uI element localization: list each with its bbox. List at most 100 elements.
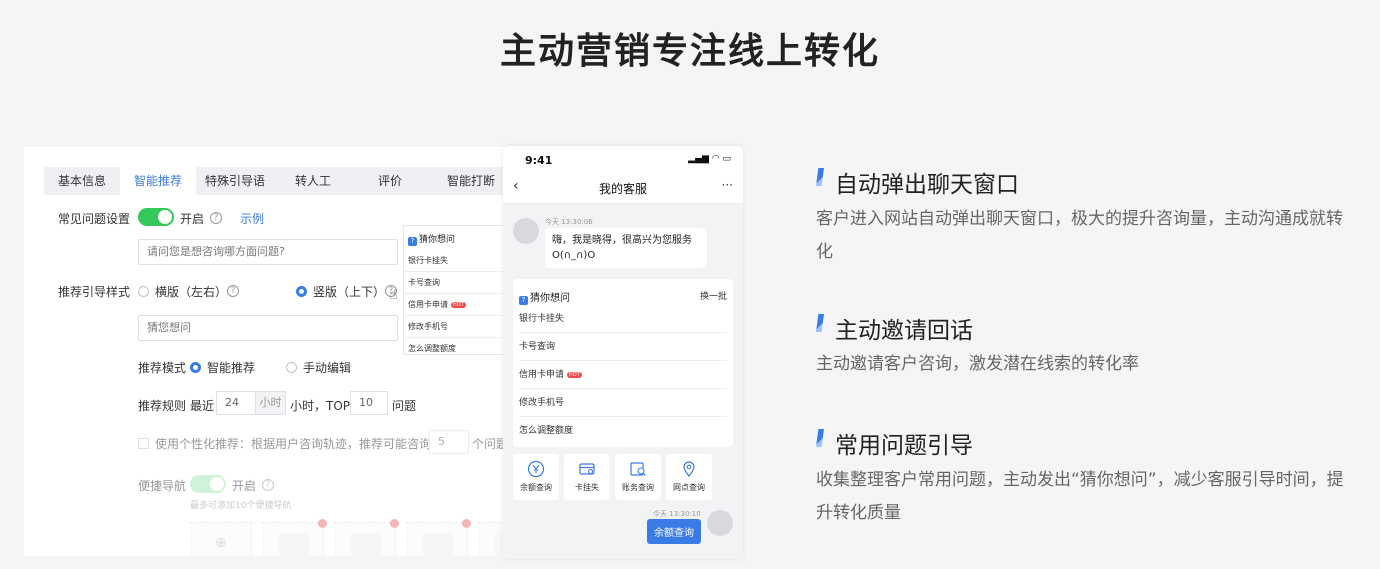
guess-item[interactable]: 银行卡挂失 [519, 305, 727, 333]
chat-title: 我的客服 [598, 182, 647, 196]
feature-title: 自动弹出聊天窗口 [835, 172, 1019, 198]
preview-item: 修改手机号 [404, 316, 512, 338]
mode-smart-option[interactable]: 智能推荐 [190, 359, 255, 376]
yen-icon [527, 460, 545, 478]
example-link[interactable]: 示例 [240, 210, 264, 227]
preview-item: 银行卡挂失 [404, 250, 512, 272]
preview-item: 卡号查询 [404, 272, 512, 294]
rule-questions-text: 问题 [392, 399, 417, 413]
tab-rating[interactable]: 评价 [352, 167, 428, 195]
bill-search-icon [630, 462, 646, 476]
shortcut-label: 便捷导航 [138, 479, 187, 493]
tab-smart-interrupt[interactable]: 智能打断 [428, 167, 514, 195]
rule-top-input[interactable]: 10 [350, 391, 388, 415]
feature-desc: 收集整理客户常用问题，主动发出“猜你想问”，减少客服引导时间，提升转化质量 [816, 470, 1344, 523]
faq-toggle[interactable] [138, 208, 174, 226]
delete-icon[interactable] [390, 519, 399, 528]
faq-setting-label: 常见问题设置 [58, 212, 131, 226]
style-vertical-option[interactable]: 竖版（上下） [296, 283, 385, 300]
more-icon[interactable]: ··· [722, 178, 733, 192]
guess-item[interactable]: 信用卡申请 HOT [519, 361, 727, 389]
plus-icon: ⊕ [215, 535, 227, 551]
personalized-count-input[interactable]: 5 [429, 430, 469, 454]
guess-header: ? 猜你想问 [519, 289, 570, 305]
rule-hours-unit: 小时 [255, 391, 286, 415]
status-bar: 9:41 ▂▄▆ ◠ ▭ [503, 146, 743, 172]
tab-transfer-agent[interactable]: 转人工 [274, 167, 352, 195]
hot-badge: HOT [451, 302, 466, 308]
guess-title-input[interactable]: 猜您想问 [138, 315, 398, 341]
rule-recent-text: 最近 [190, 399, 215, 413]
shortcut-thumb[interactable] [262, 519, 327, 556]
swap-batch-button[interactable]: 换一批 [700, 289, 727, 302]
pointer-cursor-icon: ☝ [389, 287, 398, 303]
tab-smart-recommend[interactable]: 智能推荐 [120, 167, 196, 195]
tab-special-guide[interactable]: 特殊引导语 [196, 167, 274, 195]
rule-label: 推荐规则 [138, 399, 187, 413]
feature-desc: 主动邀请客户咨询，激发潜在线索的转化率 [816, 354, 1139, 374]
radio-checked-icon [190, 362, 201, 373]
style-horizontal-option[interactable]: 横版（左右） [138, 283, 227, 300]
personalized-option[interactable]: 使用个性化推荐：根据用户咨询轨迹，推荐可能咨询的 [138, 435, 443, 452]
feature-title: 主动邀请回话 [835, 318, 973, 344]
signal-wifi-battery-icon: ▂▄▆ ◠ ▭ [688, 154, 731, 164]
radio-icon [138, 286, 149, 297]
tab-basic-info[interactable]: 基本信息 [44, 167, 120, 195]
feature-desc: 客户进入网站自动弹出聊天窗口，极大的提升咨询量，主动沟通成就转化 [816, 209, 1343, 262]
greeting-message: 嗨，我是晓得，很高兴为您服务 O(∩_∩)O [545, 228, 707, 268]
guess-item[interactable]: 怎么调整额度 [519, 417, 727, 445]
preview-item: 怎么调整额度 [408, 344, 456, 353]
mode-label: 推荐模式 [138, 361, 187, 375]
message-timestamp: 今天 13:30:06 [545, 218, 593, 226]
agent-avatar [513, 218, 539, 244]
checkbox-icon [138, 438, 149, 449]
guess-item[interactable]: 修改手机号 [519, 389, 727, 417]
shortcut-hint: 最多可添加10个便捷导航 [190, 501, 292, 511]
preview-header: ? 猜你想问 [404, 226, 512, 246]
rule-hours-input[interactable]: 24 [216, 391, 256, 415]
sent-timestamp: 今天 13:30:10 [653, 510, 701, 518]
quick-balance-button[interactable]: 余额查询 [513, 454, 559, 500]
location-icon [683, 461, 695, 477]
chat-navbar: ‹ 我的客服 ··· [503, 172, 743, 204]
hot-badge: HOT [567, 372, 582, 378]
help-icon[interactable]: ? [262, 479, 274, 491]
quick-bill-button[interactable]: 账务查询 [615, 454, 661, 500]
shortcut-thumb[interactable] [334, 519, 399, 556]
phone-chat-preview: 9:41 ▂▄▆ ◠ ▭ ‹ 我的客服 ··· 今天 13:30:06 嗨，我是… [503, 146, 743, 559]
radio-checked-icon [296, 286, 307, 297]
question-icon: ? [519, 296, 528, 305]
help-icon[interactable]: ? [210, 212, 222, 224]
quick-card-loss-button[interactable]: 卡挂失 [564, 454, 610, 500]
faq-greeting-input[interactable]: 请问您是想咨询哪方面问题? [138, 239, 398, 265]
accent-bar-icon [816, 429, 824, 447]
question-icon: ? [408, 237, 417, 246]
rule-top-text: 小时，TOP [290, 399, 351, 413]
settings-tabs: 基本信息 智能推荐 特殊引导语 转人工 评价 智能打断 [44, 167, 514, 195]
delete-icon[interactable] [318, 519, 327, 528]
radio-icon [286, 362, 297, 373]
accent-bar-icon [816, 314, 824, 332]
add-shortcut-button[interactable]: ⊕ [190, 522, 252, 556]
shortcut-thumb[interactable] [406, 519, 471, 556]
sent-message: 余额查询 [647, 519, 701, 544]
accent-bar-icon [816, 168, 824, 186]
mode-manual-option[interactable]: 手动编辑 [286, 359, 351, 376]
user-avatar [707, 510, 733, 536]
card-icon [579, 463, 595, 475]
preview-item: 信用卡申请 HOT [404, 294, 512, 316]
guess-preview-card: ? 猜你想问 银行卡挂失 卡号查询 信用卡申请 HOT 修改手机号 怎么调整额度 [403, 225, 513, 355]
guess-item[interactable]: 卡号查询 [519, 333, 727, 361]
page-title: 主动营销专注线上转化 [499, 31, 880, 72]
shortcut-toggle-label: 开启 [232, 479, 257, 493]
help-icon[interactable]: ? [227, 285, 239, 297]
status-time: 9:41 [525, 154, 553, 167]
feature-title: 常用问题引导 [835, 433, 973, 459]
style-label: 推荐引导样式 [58, 285, 131, 299]
delete-icon[interactable] [462, 519, 471, 528]
shortcut-toggle[interactable] [190, 475, 226, 493]
faq-toggle-label: 开启 [180, 212, 205, 226]
quick-branch-button[interactable]: 网点查询 [666, 454, 712, 500]
admin-settings-panel: 基本信息 智能推荐 特殊引导语 转人工 评价 智能打断 常见问题设置 开启 ? … [24, 147, 514, 556]
guess-card: ? 猜你想问 换一批 银行卡挂失 卡号查询 信用卡申请 HOT 修改手机号 怎么调整… [513, 279, 733, 447]
